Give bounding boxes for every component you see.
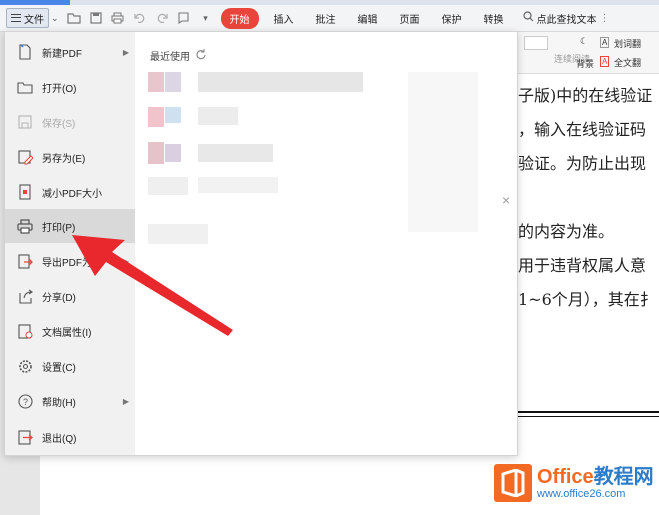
tab-page[interactable]: 页面	[389, 11, 431, 26]
tab-annotate[interactable]: 批注	[305, 11, 347, 26]
recent-files-header: 最近使用	[150, 48, 206, 63]
menu-label: 设置(C)	[42, 362, 76, 374]
menu-label: 减小PDF大小	[42, 188, 102, 200]
menu-item-export-pdf[interactable]: 导出PDF为 ▶	[5, 244, 135, 278]
save-icon[interactable]	[89, 11, 103, 25]
tab-home[interactable]: 开始	[220, 7, 259, 29]
quick-access-bar: ▾	[66, 11, 213, 25]
logo-brand-right: 教程网	[593, 465, 654, 488]
redo-icon[interactable]	[155, 11, 169, 25]
full-translate-button[interactable]: 全文翻	[614, 56, 641, 69]
file-menu-list: 新建PDF ▶ 打开(O) 保存(S) 另存为(E) 减小PDF大小 打印(P)…	[5, 32, 135, 455]
doc-line: ，输入在线验证码	[518, 120, 647, 139]
menu-label: 退出(Q)	[42, 433, 77, 445]
svg-text:?: ?	[23, 397, 28, 407]
menu-item-properties[interactable]: 文档属性(I)	[5, 314, 135, 348]
new-pdf-icon	[17, 44, 33, 60]
double-rule-top	[518, 411, 659, 413]
save-as-icon	[17, 149, 33, 165]
logo-url: www.office26.com	[537, 487, 626, 500]
menu-item-print[interactable]: 打印(P)	[5, 209, 135, 243]
toolbar: 文件 ⌄ ▾ 开始 插入 批注 编辑 页面 保护 转换 点此查找文本 ⋮	[0, 5, 659, 32]
save-icon	[17, 114, 33, 130]
menu-item-exit[interactable]: 退出(Q)	[5, 420, 135, 454]
menu-item-share[interactable]: 分享(D)	[5, 279, 135, 313]
recent-files-list[interactable]	[148, 72, 478, 248]
menu-label: 帮助(H)	[42, 397, 76, 409]
menu-label: 打印(P)	[42, 222, 76, 234]
logo-brand: Office教程网	[537, 466, 654, 488]
properties-icon	[17, 323, 33, 339]
refresh-icon[interactable]	[195, 48, 206, 63]
folder-icon	[17, 79, 33, 95]
office-logo-icon	[494, 464, 532, 502]
hamburger-icon	[11, 14, 21, 22]
menu-label: 导出PDF为	[42, 257, 92, 269]
menu-label: 保存(S)	[42, 118, 76, 130]
doc-line: 的内容为准。	[518, 222, 615, 241]
more-options-icon[interactable]: ⋮	[600, 13, 610, 24]
full-translate-icon: A	[600, 56, 610, 67]
file-menu-panel: 新建PDF ▶ 打开(O) 保存(S) 另存为(E) 减小PDF大小 打印(P)…	[4, 31, 518, 456]
open-icon[interactable]	[66, 11, 81, 25]
exit-icon	[17, 429, 33, 445]
logo-brand-left: Office	[537, 465, 594, 488]
menu-label: 文档属性(I)	[42, 327, 92, 339]
doc-line: 用于违背权属人意	[518, 256, 647, 275]
page-number-box[interactable]	[524, 36, 548, 50]
menu-label: 另存为(E)	[42, 153, 86, 165]
translate-icon: A	[600, 37, 610, 48]
tab-insert[interactable]: 插入	[263, 11, 305, 26]
doc-line: 验证。为防止出现	[518, 154, 647, 173]
find-text-search[interactable]: 点此查找文本 ⋮	[522, 11, 610, 26]
menu-item-help[interactable]: ? 帮助(H) ▶	[5, 384, 135, 418]
read-aloud-icon[interactable]	[177, 11, 191, 25]
menu-item-save[interactable]: 保存(S)	[5, 105, 135, 139]
menu-label: 打开(O)	[42, 83, 77, 95]
compress-icon	[17, 184, 33, 200]
recent-title-label: 最近使用	[150, 52, 190, 63]
submenu-arrow-icon: ▶	[122, 256, 129, 266]
search-label: 点此查找文本	[536, 14, 597, 26]
moon-icon[interactable]: ☾	[580, 36, 588, 47]
file-menu-button[interactable]: 文件	[6, 8, 49, 28]
print-icon[interactable]	[111, 11, 125, 25]
watermark-logo: Office教程网 www.office26.com	[494, 464, 654, 502]
submenu-arrow-icon: ▶	[122, 47, 129, 57]
help-icon: ?	[17, 393, 33, 409]
menu-item-settings[interactable]: 设置(C)	[5, 349, 135, 383]
tab-protect[interactable]: 保护	[431, 11, 473, 26]
menu-item-save-as[interactable]: 另存为(E)	[5, 140, 135, 174]
menu-label: 新建PDF	[42, 48, 82, 60]
background-button[interactable]: 背景	[576, 57, 594, 70]
customize-dropdown-icon[interactable]: ▾	[199, 11, 213, 25]
menu-item-open[interactable]: 打开(O)	[5, 70, 135, 104]
word-translate-button[interactable]: 划词翻	[614, 37, 641, 50]
printer-icon	[17, 218, 33, 234]
doc-line: 1~6个月），其在扌	[518, 290, 656, 309]
submenu-arrow-icon: ▶	[122, 396, 129, 406]
chevron-down-icon[interactable]: ⌄	[51, 13, 59, 24]
search-icon	[522, 11, 534, 25]
doc-line: 子版)中的在线验证	[518, 86, 653, 105]
menu-item-compress[interactable]: 减小PDF大小	[5, 175, 135, 209]
file-button-label: 文件	[24, 14, 44, 26]
menu-label: 分享(D)	[42, 292, 76, 304]
ribbon-tabs: 开始 插入 批注 编辑 页面 保护 转换	[220, 7, 515, 29]
gear-icon	[17, 358, 33, 374]
tab-convert[interactable]: 转换	[473, 11, 515, 26]
tab-edit[interactable]: 编辑	[347, 11, 389, 26]
ribbon-panel-right: 连续阅读 ☾ 背景 A 划词翻 A 全文翻	[518, 32, 659, 74]
export-icon	[17, 253, 33, 269]
share-icon	[17, 288, 33, 304]
close-icon[interactable]: ×	[502, 192, 510, 208]
undo-icon[interactable]	[133, 11, 147, 25]
double-rule-bottom	[518, 416, 659, 417]
menu-item-new-pdf[interactable]: 新建PDF ▶	[5, 35, 135, 69]
